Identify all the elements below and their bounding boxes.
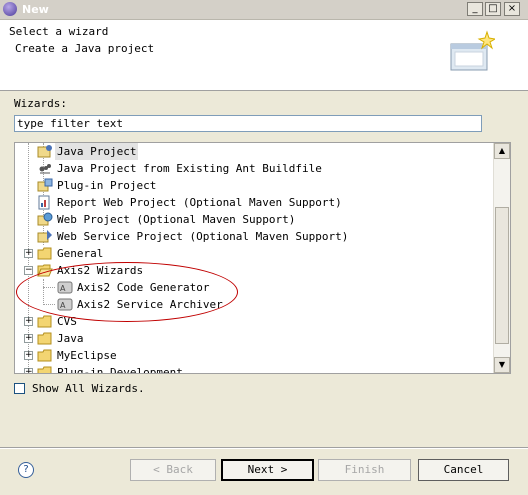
wizards-label: Wizards:	[14, 97, 67, 110]
scroll-up-button[interactable]: ▲	[494, 143, 510, 159]
expand-general-toggle[interactable]: +	[24, 249, 33, 258]
wizard-banner-icon	[450, 30, 495, 71]
close-button[interactable]: ×	[504, 2, 520, 16]
header-description: Create a Java project	[15, 42, 155, 55]
folder-icon	[37, 247, 52, 260]
scroll-down-button[interactable]: ▼	[494, 357, 510, 373]
wizard-tree: Java Project Java Project from Existing …	[14, 142, 511, 374]
java-project-icon	[37, 145, 52, 158]
expand-plugin-dev-toggle[interactable]: +	[24, 368, 33, 373]
folder-icon	[37, 315, 52, 328]
folder-icon	[37, 349, 52, 362]
help-button[interactable]: ?	[18, 462, 34, 478]
expand-java-toggle[interactable]: +	[24, 334, 33, 343]
plugin-project-icon	[37, 178, 53, 192]
tree-line	[43, 279, 44, 305]
axis2-icon: A	[57, 281, 73, 294]
window-title: New	[22, 3, 49, 16]
expand-myeclipse-toggle[interactable]: +	[24, 351, 33, 360]
folder-icon	[37, 366, 52, 373]
tree-line	[43, 287, 55, 288]
show-all-checkbox[interactable]	[14, 383, 25, 394]
title-bar: New _ □ ×	[0, 0, 528, 20]
wizard-header: Select a wizard Create a Java project	[0, 20, 528, 91]
next-button[interactable]: Next >	[221, 459, 314, 481]
web-project-icon	[37, 212, 53, 226]
finish-button[interactable]: Finish	[318, 459, 411, 481]
svg-text:A: A	[60, 301, 66, 310]
maximize-button[interactable]: □	[485, 2, 501, 16]
cancel-button[interactable]: Cancel	[418, 459, 509, 481]
svg-text:A: A	[60, 284, 66, 293]
ant-icon	[39, 164, 51, 174]
axis2-icon: A	[57, 298, 73, 311]
expand-cvs-toggle[interactable]: +	[24, 317, 33, 326]
folder-icon	[37, 332, 52, 345]
tree-scrollbar[interactable]: ▲ ▼	[493, 143, 510, 373]
folder-open-icon	[37, 264, 53, 277]
report-project-icon	[38, 195, 50, 210]
filter-input[interactable]: type filter text	[14, 115, 482, 132]
collapse-axis2-toggle[interactable]: −	[24, 266, 33, 275]
show-all-label: Show All Wizards.	[32, 382, 145, 395]
eclipse-icon	[3, 2, 17, 16]
tree-line	[43, 304, 55, 305]
web-service-icon	[37, 230, 52, 243]
scroll-thumb[interactable]	[495, 207, 509, 344]
button-separator	[0, 447, 528, 449]
back-button[interactable]: < Back	[130, 459, 216, 481]
minimize-button[interactable]: _	[467, 2, 483, 16]
header-title: Select a wizard	[9, 25, 109, 38]
